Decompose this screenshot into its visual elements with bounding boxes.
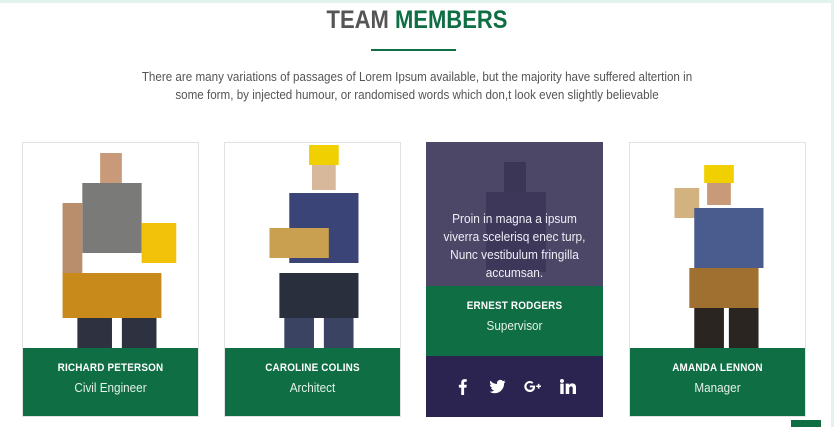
title-plain: TEAM <box>326 6 395 34</box>
team-namebar: AMANDA LENNON Manager <box>630 348 805 416</box>
team-card-amanda-lennon[interactable]: AMANDA LENNON Manager <box>629 142 806 417</box>
team-member-name: AMANDA LENNON <box>672 362 763 374</box>
title-divider <box>371 49 456 51</box>
team-member-role: Manager <box>694 380 741 395</box>
team-namebar: ERNEST RODGERS Supervisor <box>426 286 603 356</box>
team-namebar: RICHARD PETERSON Civil Engineer <box>23 348 198 416</box>
scroll-to-top-button[interactable] <box>791 420 821 427</box>
team-card-richard-peterson[interactable]: RICHARD PETERSON Civil Engineer <box>22 142 199 417</box>
team-member-role: Supervisor <box>486 318 543 333</box>
team-member-photo <box>23 143 198 349</box>
facebook-icon[interactable] <box>454 378 471 395</box>
team-member-name: ERNEST RODGERS <box>466 300 563 312</box>
team-card-ernest-rodgers[interactable]: Proin in magna a ipsum viverra scelerisq… <box>426 142 603 417</box>
linkedin-icon[interactable] <box>559 378 576 395</box>
team-member-role: Architect <box>289 380 336 395</box>
team-member-name: RICHARD PETERSON <box>57 362 164 374</box>
section-intro: There are many variations of passages of… <box>141 70 693 102</box>
team-member-role: Civil Engineer <box>74 380 147 395</box>
top-border <box>0 0 834 3</box>
team-member-photo <box>630 143 805 349</box>
google-plus-icon[interactable] <box>523 378 541 395</box>
twitter-icon[interactable] <box>489 378 506 395</box>
team-namebar: CAROLINE COLINS Architect <box>225 348 400 416</box>
team-member-photo <box>225 143 400 349</box>
social-links <box>426 356 603 417</box>
title-accent: MEMBERS <box>394 6 508 34</box>
team-card-caroline-colins[interactable]: CAROLINE COLINS Architect <box>224 142 401 417</box>
section-title: TEAM MEMBERS <box>50 6 784 35</box>
team-member-bio: Proin in magna a ipsum viverra scelerisq… <box>443 212 586 280</box>
team-member-name: CAROLINE COLINS <box>265 362 360 374</box>
